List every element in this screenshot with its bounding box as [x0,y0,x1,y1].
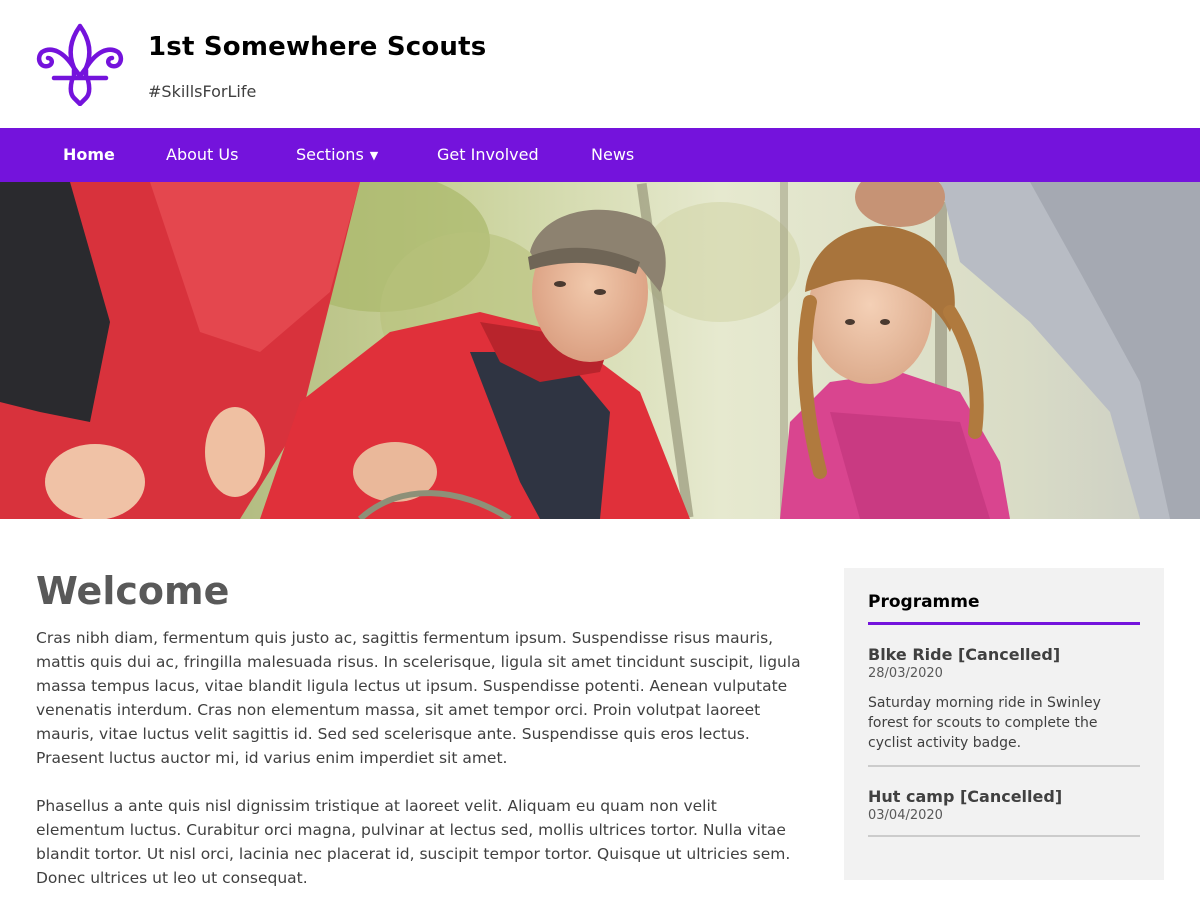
nav-item-label: Get Involved [437,145,539,164]
site-header: 1st Somewhere Scouts #SkillsForLife [0,0,1200,128]
site-title[interactable]: 1st Somewhere Scouts [148,32,486,62]
event-item: Hut camp [Cancelled] 03/04/2020 [868,767,1140,837]
nav-item-about-us[interactable]: About Us [166,128,238,182]
event-item: Blke Ride [Cancelled] 28/03/2020 Saturda… [868,625,1140,767]
event-date: 28/03/2020 [868,666,943,681]
site-tagline: #SkillsForLife [148,82,257,101]
body-paragraph: Cras nibh diam, fermentum quis justo ac,… [36,629,801,767]
nav-item-label: About Us [166,145,239,164]
event-title[interactable]: Blke Ride [Cancelled] [868,645,1140,664]
nav-item-get-involved[interactable]: Get Involved [437,128,539,182]
event-title[interactable]: Hut camp [Cancelled] [868,787,1140,806]
sidebar-title: Programme [868,592,1140,625]
hero-image [0,182,1200,519]
nav-item-label: Sections [296,145,364,164]
chevron-down-icon: ▼ [369,149,379,162]
programme-sidebar: Programme Blke Ride [Cancelled] 28/03/20… [844,568,1164,880]
fleur-de-lis-icon[interactable] [34,22,126,107]
event-date: 03/04/2020 [868,808,943,823]
nav-item-home[interactable]: Home [63,128,115,182]
main-nav: Home About Us Sections ▼ Get Involved New… [0,128,1200,182]
nav-item-label: Home [63,145,115,164]
nav-item-news[interactable]: News [591,128,634,182]
main-content: Welcome Cras nibh diam, fermentum quis j… [36,568,806,914]
event-description: Saturday morning ride in Swinley forest … [868,695,1101,751]
nav-item-sections[interactable]: Sections ▼ [296,128,378,182]
page-heading: Welcome [36,569,230,613]
body-paragraph: Phasellus a ante quis nisl dignissim tri… [36,797,791,887]
nav-item-label: News [591,145,635,164]
